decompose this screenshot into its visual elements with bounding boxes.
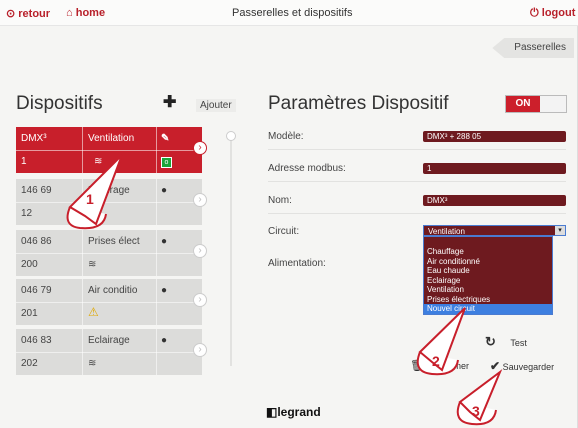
params-heading: Paramètres Dispositif xyxy=(268,93,449,114)
status-ok-icon: o xyxy=(161,156,172,168)
test-button[interactable]: ↻ Test xyxy=(485,334,527,350)
device-card-dmx[interactable]: DMX³ Ventilation ✎ 1 ≋ o › xyxy=(16,127,207,173)
circuit-select[interactable]: Ventilation ▾ xyxy=(423,225,566,236)
home-icon: ⌂ xyxy=(66,7,73,19)
add-device-button[interactable]: ✚ Ajouter xyxy=(160,94,240,114)
circuit-options-list: Chauffage Air conditionné Eau chaude Ecl… xyxy=(423,236,553,315)
device-card[interactable]: 146 69 Eclairage ● 12 › xyxy=(16,179,207,225)
chevron-right-icon[interactable]: › xyxy=(193,141,207,155)
checkmark-icon: ✔ xyxy=(490,359,501,373)
device-circuit: Eclairage xyxy=(88,185,130,196)
model-field[interactable]: DMX³ + 288 05 xyxy=(423,131,566,142)
device-address: 12 xyxy=(21,208,33,219)
circuit-select-value: Ventilation xyxy=(428,227,465,236)
back-link[interactable]: ⊙ retour xyxy=(6,7,50,20)
warning-icon: ⚠ xyxy=(88,305,99,319)
device-ref: 046 79 xyxy=(21,285,52,296)
back-arrow-icon: ⊙ xyxy=(6,8,16,20)
model-label: Modèle: xyxy=(268,131,304,142)
circuit-option-new[interactable]: Nouvel circuit xyxy=(424,304,552,314)
power-icon: ⏻ xyxy=(530,7,539,19)
device-circuit: Prises élect xyxy=(88,236,140,247)
edit-icon: ✎ xyxy=(161,133,170,144)
circuit-option[interactable]: Chauffage xyxy=(424,247,552,257)
device-circuit: Air conditio xyxy=(88,285,138,296)
legrand-logo: ◧legrand xyxy=(266,405,321,419)
circuit-option[interactable]: Prises électriques xyxy=(424,295,552,305)
page-title: Passerelles et dispositifs xyxy=(232,7,353,19)
device-address: 200 xyxy=(21,259,38,270)
wifi-icon: ≋ xyxy=(88,358,97,369)
app-frame: ⊙ retour ⌂ home Passerelles et dispositi… xyxy=(0,0,578,428)
power-label: Alimentation: xyxy=(268,258,326,269)
lock-icon: ● xyxy=(161,236,168,247)
lock-icon: ● xyxy=(161,335,168,346)
wifi-icon: ≋ xyxy=(88,259,97,270)
scrollbar-handle[interactable] xyxy=(226,131,236,141)
wifi-icon: ≋ xyxy=(94,156,103,167)
trash-icon: 🗑 xyxy=(410,360,424,372)
device-address: 202 xyxy=(21,358,38,369)
chevron-down-icon[interactable]: ▾ xyxy=(555,226,565,235)
device-ref: DMX³ xyxy=(21,133,47,144)
address-field[interactable]: 1 xyxy=(423,163,566,174)
circuit-option[interactable]: Eclairage xyxy=(424,276,552,286)
device-circuit: Ventilation xyxy=(88,133,135,144)
address-label: Adresse modbus: xyxy=(268,163,346,174)
device-address: 201 xyxy=(21,308,38,319)
device-card[interactable]: 046 86 Prises élect ● 200 ≋ › xyxy=(16,230,207,276)
lock-icon: ● xyxy=(161,285,168,296)
device-list-scrollbar[interactable] xyxy=(230,136,232,366)
name-field[interactable]: DMX³ xyxy=(423,195,566,206)
plus-icon: ✚ xyxy=(163,94,177,111)
toggle-on-label: ON xyxy=(506,96,540,112)
breadcrumb: Passerelles xyxy=(0,38,578,60)
device-address: 1 xyxy=(21,156,27,167)
circuit-label: Circuit: xyxy=(268,226,300,237)
breadcrumb-passerelles[interactable]: Passerelles xyxy=(492,38,574,58)
device-circuit: Eclairage xyxy=(88,335,130,346)
circuit-option[interactable]: Air conditionné xyxy=(424,257,552,267)
chevron-right-icon[interactable]: › xyxy=(193,293,207,307)
delete-button[interactable]: 🗑 rimer xyxy=(410,359,469,372)
add-device-label: Ajouter xyxy=(196,99,236,112)
lock-icon: ● xyxy=(161,185,168,196)
device-ref: 146 69 xyxy=(21,185,52,196)
chevron-right-icon[interactable]: › xyxy=(193,343,207,357)
home-link[interactable]: ⌂ home xyxy=(66,7,105,19)
device-card[interactable]: 046 79 Air conditio ● 201 ⚠ › xyxy=(16,279,207,325)
device-ref: 046 86 xyxy=(21,236,52,247)
devices-heading: Dispositifs xyxy=(16,93,103,114)
top-bar: ⊙ retour ⌂ home Passerelles et dispositi… xyxy=(0,0,578,26)
device-card[interactable]: 046 83 Eclairage ● 202 ≋ › xyxy=(16,329,207,375)
on-off-toggle[interactable]: ON xyxy=(505,95,567,113)
name-label: Nom: xyxy=(268,195,292,206)
logout-link[interactable]: ⏻ logout xyxy=(530,7,575,20)
circuit-option[interactable]: Eau chaude xyxy=(424,266,552,276)
device-ref: 046 83 xyxy=(21,335,52,346)
chevron-right-icon[interactable]: › xyxy=(193,193,207,207)
save-button[interactable]: ✔ Sauvegarder xyxy=(490,359,554,373)
chevron-right-icon[interactable]: › xyxy=(193,244,207,258)
legrand-logo-icon: ◧ xyxy=(266,405,278,419)
refresh-icon: ↻ xyxy=(485,334,496,349)
circuit-option[interactable]: Ventilation xyxy=(424,285,552,295)
